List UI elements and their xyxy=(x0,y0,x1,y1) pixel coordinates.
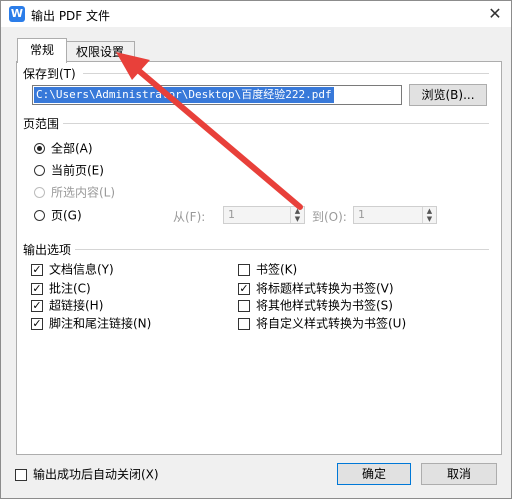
annotation-arrow-icon xyxy=(116,52,303,210)
tab-general[interactable]: 常规 xyxy=(17,38,67,63)
annotation-arrow-shaft xyxy=(135,67,303,210)
